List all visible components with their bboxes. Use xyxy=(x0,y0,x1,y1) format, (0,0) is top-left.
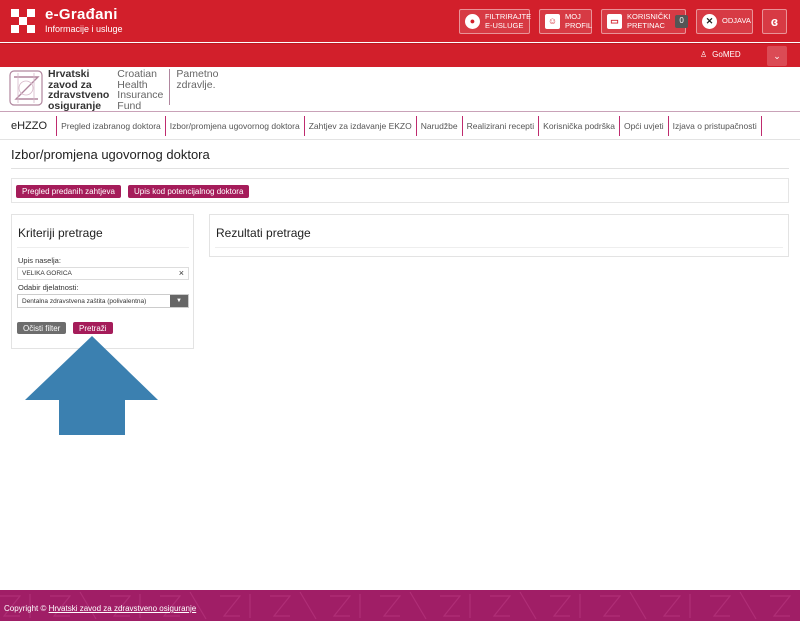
nav-item-terms[interactable]: Opći uvjeti xyxy=(618,116,668,136)
basketball-icon: ● xyxy=(465,14,480,29)
search-criteria-panel: Kriteriji pretrage Upis naselja: VELIKA … xyxy=(11,214,194,349)
hzzo-name-hr: Hrvatski zavod za zdravstveno osiguranje xyxy=(48,68,110,112)
main-nav: eHZZO Pregled izabranog doktora Izbor/pr… xyxy=(0,115,800,137)
nav-item-support[interactable]: Korisnička podrška xyxy=(538,116,619,136)
action-tabs: Pregled predanih zahtjeva Upis kod poten… xyxy=(11,178,789,203)
hzzo-slogan: Pametno zdravlje. xyxy=(176,68,219,91)
profile-icon: ☺ xyxy=(545,14,560,29)
egradani-logo-icon[interactable] xyxy=(11,9,35,33)
results-divider xyxy=(215,247,783,248)
nav-item-change-doctor[interactable]: Izbor/promjena ugovornog doktora xyxy=(164,116,304,136)
settlement-input[interactable]: VELIKA GORICA × xyxy=(17,267,189,280)
inbox-icon: ▭ xyxy=(607,14,622,29)
nav-item-accessibility[interactable]: Izjava o pristupačnosti xyxy=(667,116,762,136)
nav-item-orders[interactable]: Narudžbe xyxy=(415,116,462,136)
settlement-label: Upis naselja: xyxy=(18,256,61,265)
footer-copyright: Copyright © Hrvatski zavod za zdravstven… xyxy=(4,604,196,613)
nav-divider xyxy=(0,139,800,140)
activity-select[interactable]: Dentalna zdravstvena zaštita (polivalent… xyxy=(17,294,189,308)
footer: Copyright © Hrvatski zavod za zdravstven… xyxy=(0,590,800,621)
inbox-label: KORISNIČKI PRETINAC xyxy=(627,12,671,30)
top-header: e-Građani Informacije i usluge ● FILTRIR… xyxy=(0,0,800,42)
filter-services-label: FILTRIRAJTE E-USLUGE xyxy=(485,12,532,30)
nav-home[interactable]: eHZZO xyxy=(0,120,56,132)
submitted-requests-button[interactable]: Pregled predanih zahtjeva xyxy=(16,185,121,198)
search-results-panel: Rezultati pretrage xyxy=(209,214,789,257)
brand-title[interactable]: e-Građani xyxy=(45,6,118,23)
copyright-label: Copyright © xyxy=(4,604,47,613)
user-menu[interactable]: ♙ GoMED xyxy=(700,50,741,59)
activity-value: Dentalna zdravstvena zaštita (polivalent… xyxy=(22,297,147,305)
hzzo-logo[interactable]: Hrvatski zavod za zdravstveno osiguranje… xyxy=(8,68,219,112)
profile-label: MOJ PROFIL xyxy=(565,12,593,30)
nav-item-ekzo[interactable]: Zahtjev za izdavanje EKZO xyxy=(303,116,416,136)
clear-icon[interactable]: × xyxy=(179,268,184,278)
criteria-divider xyxy=(17,247,189,248)
language-button[interactable]: ɞ xyxy=(762,9,787,34)
arrow-up-icon xyxy=(25,336,158,435)
clear-filter-button[interactable]: Očisti filter xyxy=(17,322,67,334)
results-title: Rezultati pretrage xyxy=(216,226,311,240)
close-icon: ✕ xyxy=(702,14,717,29)
footer-hzzo-link[interactable]: Hrvatski zavod za zdravstveno osiguranje xyxy=(49,604,197,613)
enroll-potential-doctor-button[interactable]: Upis kod potencijalnog doktora xyxy=(128,185,250,198)
chevron-down-icon[interactable]: ⌄ xyxy=(767,46,787,66)
dropdown-caret-icon[interactable]: ▼ xyxy=(170,295,188,307)
hzzo-name-en: Croatian Health Insurance Fund xyxy=(117,68,164,112)
user-icon: ♙ xyxy=(700,50,708,59)
page-title: Izbor/promjena ugovornog doktora xyxy=(11,147,210,162)
inbox-count-badge: 0 xyxy=(675,15,688,28)
criteria-title: Kriteriji pretrage xyxy=(18,226,103,240)
nav-item-prescriptions[interactable]: Realizirani recepti xyxy=(461,116,539,136)
settlement-value: VELIKA GORICA xyxy=(22,270,72,277)
user-bar: ♙ GoMED ⌄ xyxy=(0,43,800,67)
logout-button[interactable]: ✕ ODJAVA xyxy=(696,9,753,34)
title-divider xyxy=(11,168,789,169)
branding-divider xyxy=(0,111,800,112)
logout-label: ODJAVA xyxy=(722,16,751,26)
activity-label: Odabir djelatnosti: xyxy=(18,283,79,292)
filter-services-button[interactable]: ● FILTRIRAJTE E-USLUGE xyxy=(459,9,532,34)
nav-item-selected-doctor[interactable]: Pregled izabranog doktora xyxy=(56,116,165,136)
hzzo-emblem-icon xyxy=(9,70,43,106)
inbox-button[interactable]: ▭ KORISNIČKI PRETINAC 0 xyxy=(601,9,688,34)
search-button[interactable]: Pretraži xyxy=(73,322,113,334)
brand-subtitle: Informacije i usluge xyxy=(45,24,123,34)
user-name: GoMED xyxy=(712,50,741,59)
hzzo-divider xyxy=(169,69,171,105)
profile-button[interactable]: ☺ MOJ PROFIL xyxy=(539,9,592,34)
